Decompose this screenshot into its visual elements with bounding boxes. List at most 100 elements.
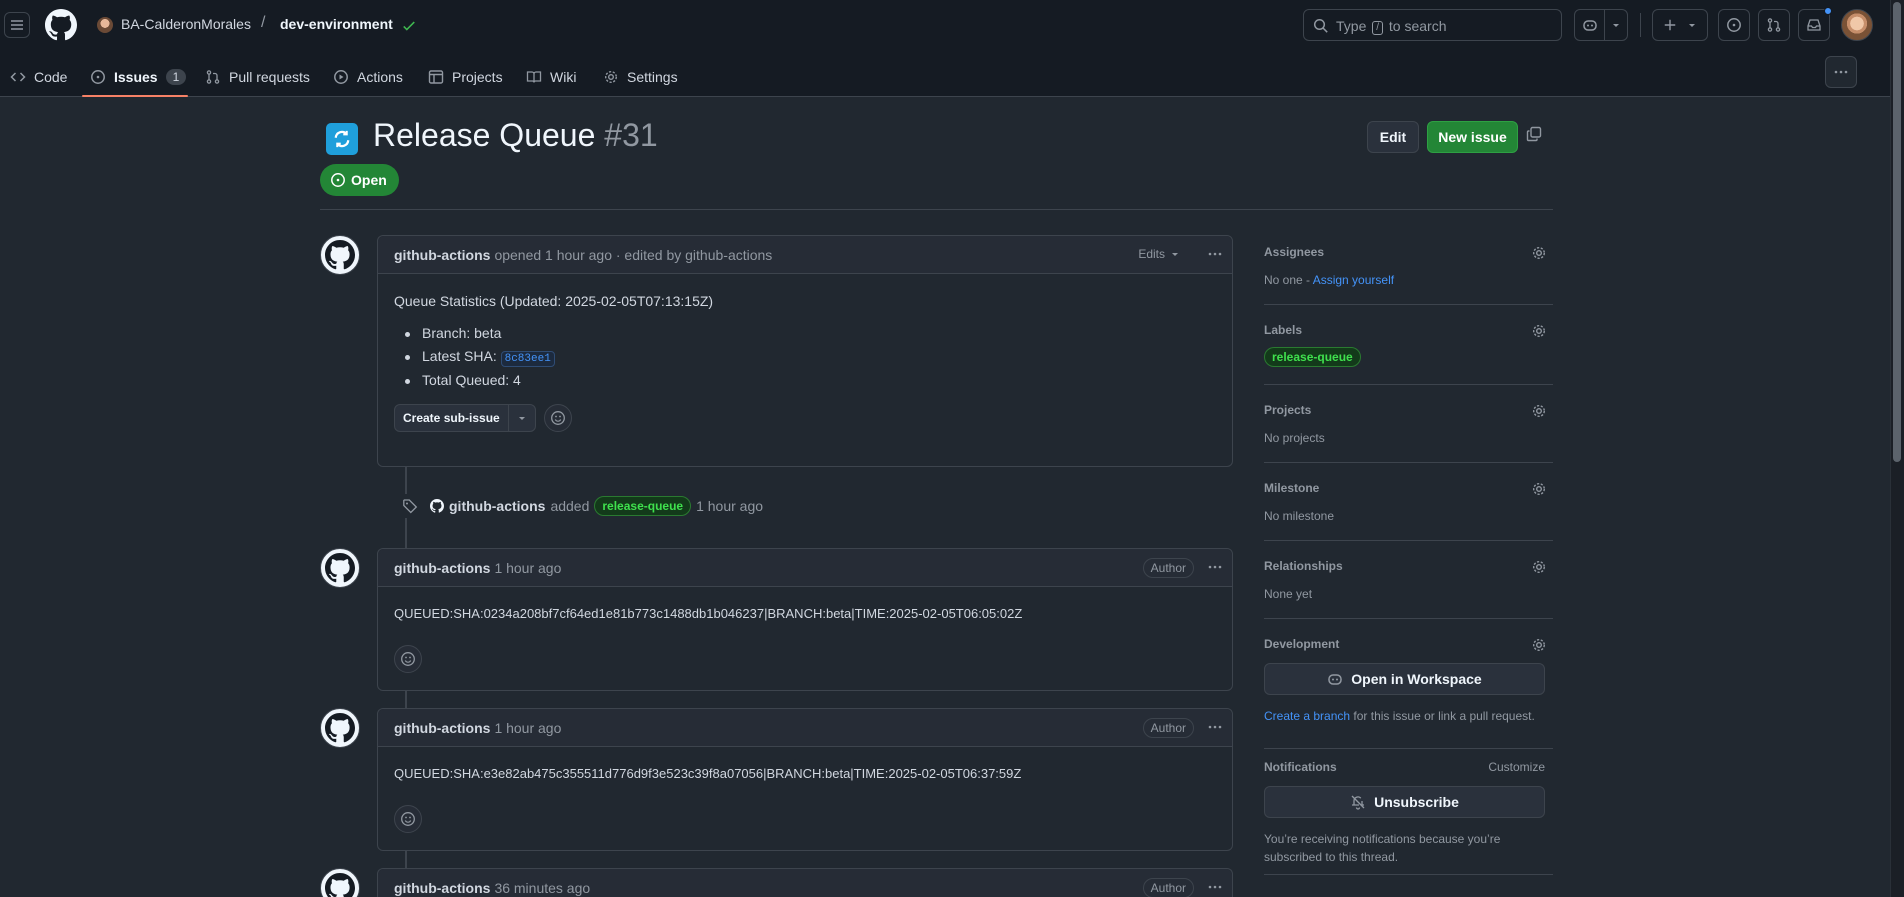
label-release-queue[interactable]: release-queue	[1264, 347, 1361, 367]
comment-body: Queue Statistics (Updated: 2025-02-05T07…	[378, 274, 1232, 432]
breadcrumb-owner[interactable]: BA-CalderonMorales	[121, 16, 251, 32]
copilot-button[interactable]	[1574, 9, 1628, 41]
comment-header: github-actions opened 1 hour ago · edite…	[378, 236, 1232, 274]
open-in-workspace-button[interactable]: Open in Workspace	[1264, 663, 1545, 695]
gear-icon[interactable]	[1531, 245, 1547, 261]
divider	[1264, 748, 1553, 749]
gear-icon[interactable]	[1531, 637, 1547, 653]
issue-title: Release Queue #31	[373, 117, 658, 154]
assign-yourself-link[interactable]: Assign yourself	[1313, 273, 1394, 287]
pull-requests-shortcut-button[interactable]	[1758, 9, 1790, 41]
comment-actions-button[interactable]	[1206, 879, 1224, 895]
new-issue-button[interactable]: New issue	[1427, 121, 1518, 153]
issue-title-text: Release Queue	[373, 117, 596, 153]
divider	[1640, 13, 1641, 37]
event-time[interactable]: 1 hour ago	[696, 498, 763, 514]
search-placeholder: Type / to search	[1336, 18, 1447, 35]
comment-author[interactable]: github-actions	[394, 247, 490, 263]
notification-indicator	[1824, 7, 1832, 15]
comment-actions-button[interactable]	[1206, 246, 1224, 262]
create-sub-issue-button[interactable]: Create sub-issue	[394, 404, 536, 432]
label-added-event: github-actions added release-queue 1 hou…	[398, 494, 763, 518]
divider	[320, 209, 1553, 210]
tab-issues[interactable]: Issues 1	[90, 63, 187, 91]
comment: github-actions 36 minutes ago Author	[377, 868, 1233, 897]
add-reaction-button[interactable]	[394, 645, 422, 673]
unsubscribe-button[interactable]: Unsubscribe	[1264, 786, 1545, 818]
gear-icon[interactable]	[1531, 323, 1547, 339]
comment-author[interactable]: github-actions	[394, 560, 490, 576]
edit-button[interactable]: Edit	[1367, 121, 1419, 153]
issue-opened-icon	[331, 173, 345, 187]
edits-dropdown[interactable]: Edits	[1138, 247, 1180, 261]
tab-projects[interactable]: Projects	[428, 63, 503, 91]
tab-settings[interactable]: Settings	[603, 63, 678, 91]
create-new-button[interactable]	[1652, 9, 1708, 41]
comment-time[interactable]: 1 hour ago	[494, 560, 561, 576]
gear-icon[interactable]	[1531, 559, 1547, 575]
breadcrumb-repo[interactable]: dev-environment	[280, 16, 393, 32]
comment-time[interactable]: 1 hour ago	[494, 720, 561, 736]
tab-code[interactable]: Code	[10, 63, 67, 91]
tab-actions[interactable]: Actions	[333, 63, 403, 91]
user-avatar[interactable]	[1841, 9, 1873, 41]
author-badge: Author	[1142, 878, 1194, 897]
top-bar: BA-CalderonMorales / dev-environment Typ…	[0, 0, 1890, 50]
edits-label: Edits	[1138, 247, 1165, 261]
comment-actions-button[interactable]	[1206, 719, 1224, 735]
issue-state-label: Open	[351, 172, 387, 188]
search-input[interactable]: Type / to search	[1303, 9, 1562, 41]
divider	[1264, 462, 1553, 463]
add-reaction-button[interactable]	[394, 805, 422, 833]
search-shortcut-key: /	[1372, 21, 1384, 35]
comment-text: QUEUED:SHA:0234a208bf7cf64ed1e81b773c148…	[394, 606, 1023, 621]
comment-author[interactable]: github-actions	[394, 880, 490, 896]
customize-link[interactable]: Customize	[1488, 760, 1545, 774]
author-badge: Author	[1142, 558, 1194, 578]
author-avatar[interactable]	[320, 708, 360, 748]
table-icon	[428, 70, 444, 84]
play-icon	[334, 70, 348, 84]
create-branch-link[interactable]: Create a branch	[1264, 709, 1350, 723]
comment-header: github-actions 1 hour ago Author	[378, 709, 1232, 747]
owner-avatar[interactable]	[97, 17, 113, 33]
scrollbar-thumb[interactable]	[1893, 2, 1901, 462]
sidebar-heading: Assignees	[1264, 245, 1325, 259]
kebab-horizontal-icon	[1834, 70, 1848, 74]
issues-shortcut-button[interactable]	[1718, 9, 1750, 41]
author-avatar[interactable]	[320, 235, 360, 275]
tab-pull-requests[interactable]: Pull requests	[205, 63, 310, 91]
label-release-queue[interactable]: release-queue	[594, 496, 692, 516]
github-logo-icon	[325, 873, 355, 897]
comment-actions-button[interactable]	[1206, 559, 1224, 575]
event-actor[interactable]: github-actions	[449, 498, 545, 514]
tab-wiki[interactable]: Wiki	[526, 63, 576, 91]
development-hint: Create a branch for this issue or link a…	[1264, 709, 1535, 723]
smiley-icon	[401, 652, 415, 666]
copy-link-button[interactable]	[1526, 126, 1542, 142]
sidebar-heading: Labels	[1264, 323, 1303, 337]
gear-icon[interactable]	[1531, 481, 1547, 497]
queue-statistics-list: Branch: beta Latest SHA: 8c83ee1 Total Q…	[394, 325, 1216, 388]
list-item: Latest SHA: 8c83ee1	[394, 348, 1216, 367]
issue-number: #31	[604, 117, 658, 153]
comment-time[interactable]: 36 minutes ago	[494, 880, 590, 896]
sidebar-heading: Projects	[1264, 403, 1312, 417]
chevron-down-icon	[1172, 253, 1178, 256]
github-logo-icon	[325, 553, 355, 583]
github-logo-icon[interactable]	[45, 9, 77, 41]
bell-slash-icon	[1351, 795, 1365, 810]
gear-icon	[604, 70, 618, 84]
author-avatar[interactable]	[320, 548, 360, 588]
search-icon	[1313, 18, 1329, 34]
tab-label: Actions	[357, 69, 403, 85]
comment-author[interactable]: github-actions	[394, 720, 490, 736]
tab-label: Pull requests	[229, 69, 310, 85]
menu-button[interactable]	[4, 12, 30, 38]
author-avatar[interactable]	[320, 868, 360, 897]
sub-issue-dropdown[interactable]	[509, 405, 535, 431]
commit-sha-link[interactable]: 8c83ee1	[500, 351, 555, 367]
gear-icon[interactable]	[1531, 403, 1547, 419]
add-reaction-button[interactable]	[543, 404, 572, 432]
more-options-button[interactable]	[1825, 56, 1857, 88]
